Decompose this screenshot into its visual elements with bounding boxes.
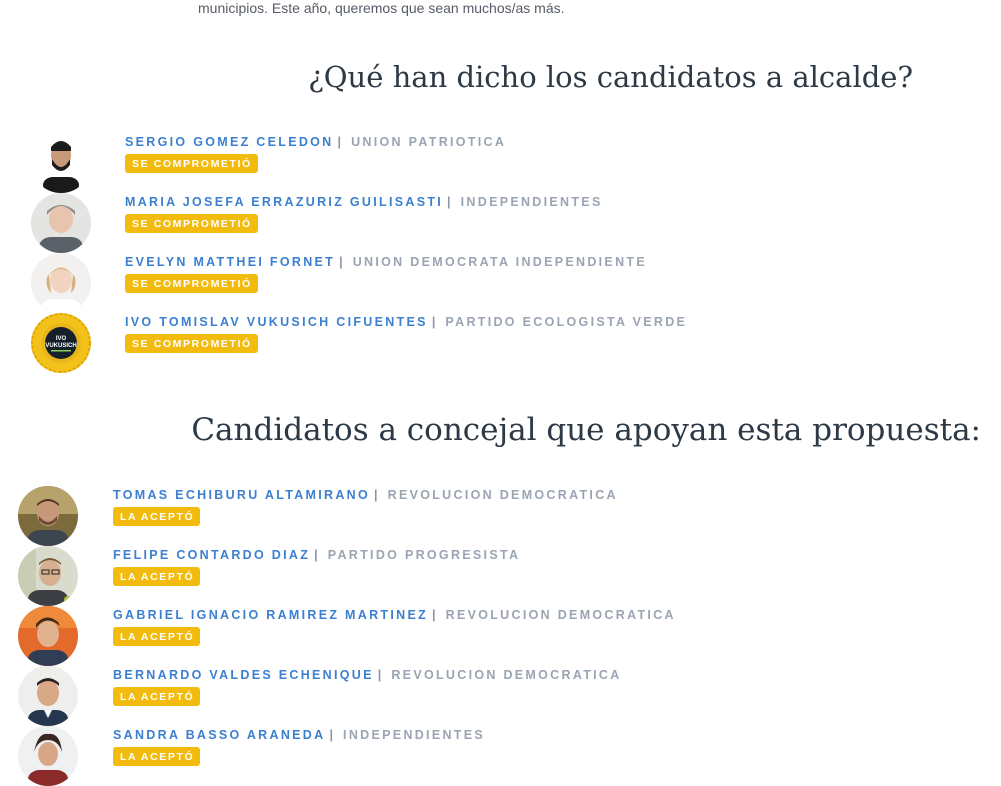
- status-badge: SE COMPROMETIÓ: [125, 334, 258, 353]
- mayor-section-title: ¿Qué han dicho los candidatos a alcalde?: [308, 60, 913, 94]
- separator: |: [329, 728, 336, 742]
- separator: |: [377, 668, 384, 682]
- status-badge: LA ACEPTÓ: [113, 747, 201, 766]
- avatar: [18, 726, 78, 786]
- candidate-party: PARTIDO ECOLOGISTA VERDE: [445, 315, 688, 329]
- council-section-title: Candidatos a concejal que apoyan esta pr…: [191, 412, 981, 448]
- status-badge: SE COMPROMETIÓ: [125, 274, 258, 293]
- candidate-party: REVOLUCION DEMOCRATICA: [387, 488, 618, 502]
- candidate-name-line: FELIPE CONTARDO DIAZ | PARTIDO PROGRESIST…: [113, 548, 520, 562]
- avatar: [18, 546, 78, 606]
- separator: |: [339, 255, 345, 269]
- candidate-name-line: TOMAS ECHIBURU ALTAMIRANO | REVOLUCION DE…: [113, 488, 618, 502]
- mayor-candidate: MARIA JOSEFA ERRAZURIZ GUILISASTI | INDEP…: [0, 193, 900, 253]
- mayor-candidate: EVELYN MATTHEI FORNET | UNION DEMOCRATA I…: [0, 253, 900, 313]
- candidate-name-link[interactable]: SERGIO GOMEZ CELEDON: [125, 135, 334, 149]
- candidate-name-line: SANDRA BASSO ARANEDA | INDEPENDIENTES: [113, 728, 485, 742]
- mayor-candidate: IVO VUKUSICH IVO TOMISLAV VUKUSICH CIFUE…: [0, 313, 900, 373]
- separator: |: [337, 135, 344, 149]
- candidate-name-link[interactable]: BERNARDO VALDES ECHENIQUE: [113, 668, 374, 682]
- separator: |: [314, 548, 320, 562]
- council-candidate: TOMAS ECHIBURU ALTAMIRANO | REVOLUCION DE…: [0, 486, 900, 546]
- avatar: IVO VUKUSICH: [31, 313, 91, 373]
- candidate-party: REVOLUCION DEMOCRATICA: [445, 608, 676, 622]
- candidate-name-line: GABRIEL IGNACIO RAMIREZ MARTINEZ | REVOLU…: [113, 608, 676, 622]
- avatar: [18, 666, 78, 726]
- candidate-name-line: IVO TOMISLAV VUKUSICH CIFUENTES | PARTIDO…: [125, 315, 687, 329]
- status-badge: LA ACEPTÓ: [113, 687, 201, 706]
- candidate-name-line: EVELYN MATTHEI FORNET | UNION DEMOCRATA I…: [125, 255, 647, 269]
- candidate-name-link[interactable]: GABRIEL IGNACIO RAMIREZ MARTINEZ: [113, 608, 428, 622]
- svg-text:VUKUSICH: VUKUSICH: [45, 343, 76, 349]
- council-candidate: FELIPE CONTARDO DIAZ | PARTIDO PROGRESIST…: [0, 546, 900, 606]
- status-badge: SE COMPROMETIÓ: [125, 214, 258, 233]
- intro-text: municipios. Este año, queremos que sean …: [198, 0, 565, 16]
- candidate-name-link[interactable]: MARIA JOSEFA ERRAZURIZ GUILISASTI: [125, 195, 443, 209]
- avatar: [18, 606, 78, 666]
- separator: |: [374, 488, 380, 502]
- status-badge: LA ACEPTÓ: [113, 567, 201, 586]
- candidate-party: PARTIDO PROGRESISTA: [327, 548, 521, 562]
- candidate-party: INDEPENDIENTES: [460, 195, 603, 209]
- avatar: [31, 133, 91, 193]
- candidate-party: UNION PATRIOTICA: [351, 135, 507, 149]
- candidate-party: REVOLUCION DEMOCRATICA: [391, 668, 622, 682]
- separator: |: [447, 195, 453, 209]
- status-badge: SE COMPROMETIÓ: [125, 154, 258, 173]
- council-candidate: SANDRA BASSO ARANEDA | INDEPENDIENTES LA …: [0, 726, 900, 786]
- avatar: [31, 193, 91, 253]
- avatar: [31, 253, 91, 313]
- mayor-candidate: SERGIO GOMEZ CELEDON | UNION PATRIOTICA S…: [0, 133, 900, 193]
- candidate-name-link[interactable]: IVO TOMISLAV VUKUSICH CIFUENTES: [125, 315, 428, 329]
- separator: |: [431, 315, 438, 329]
- candidate-party: INDEPENDIENTES: [343, 728, 485, 742]
- separator: |: [432, 608, 438, 622]
- candidate-name-link[interactable]: EVELYN MATTHEI FORNET: [125, 255, 335, 269]
- candidate-name-line: MARIA JOSEFA ERRAZURIZ GUILISASTI | INDEP…: [125, 195, 603, 209]
- svg-text:IVO: IVO: [56, 336, 67, 342]
- candidate-name-link[interactable]: TOMAS ECHIBURU ALTAMIRANO: [113, 488, 370, 502]
- status-badge: LA ACEPTÓ: [113, 627, 201, 646]
- status-badge: LA ACEPTÓ: [113, 507, 201, 526]
- council-candidate: GABRIEL IGNACIO RAMIREZ MARTINEZ | REVOLU…: [0, 606, 900, 666]
- candidate-name-line: SERGIO GOMEZ CELEDON | UNION PATRIOTICA: [125, 135, 506, 149]
- avatar: [18, 486, 78, 546]
- candidate-party: UNION DEMOCRATA INDEPENDIENTE: [352, 255, 647, 269]
- candidate-name-line: BERNARDO VALDES ECHENIQUE | REVOLUCION DE…: [113, 668, 622, 682]
- candidate-name-link[interactable]: SANDRA BASSO ARANEDA: [113, 728, 325, 742]
- sunflower-logo-icon: IVO VUKUSICH: [31, 313, 91, 373]
- council-candidate: BERNARDO VALDES ECHENIQUE | REVOLUCION DE…: [0, 666, 900, 726]
- candidate-name-link[interactable]: FELIPE CONTARDO DIAZ: [113, 548, 310, 562]
